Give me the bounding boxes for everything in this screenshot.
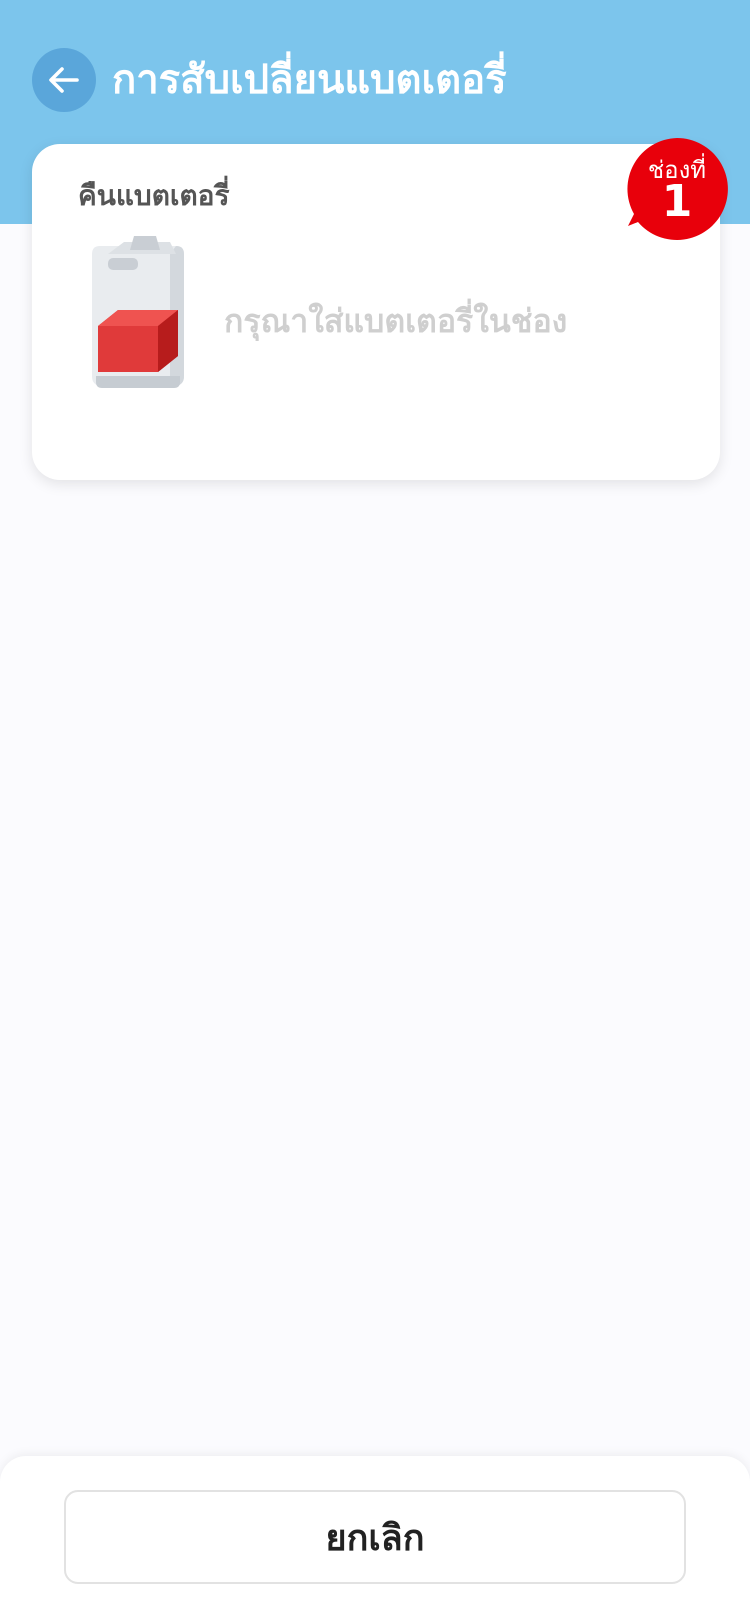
insert-battery-instruction: กรุณาใส่แบตเตอรี่ในช่อง — [224, 302, 568, 340]
return-battery-label: คืนแบตเตอรี่ — [78, 179, 230, 212]
battery-slot-card: คืนแบตเตอรี่ กรุณาใส่แบตเตอรี่ในช่อง — [32, 144, 720, 480]
battery-box-icon — [84, 236, 194, 396]
cancel-button[interactable]: ยกเลิก — [64, 1490, 686, 1584]
bottom-action-panel: ยกเลิก — [0, 1456, 750, 1624]
back-button[interactable] — [32, 48, 96, 112]
slot-number-badge: ช่องที่ 1 — [624, 136, 730, 242]
page-title: การสับเปลี่ยนแบตเตอรี่ — [112, 57, 507, 103]
slot-badge-number: 1 — [661, 176, 693, 227]
arrow-left-icon — [44, 60, 84, 100]
